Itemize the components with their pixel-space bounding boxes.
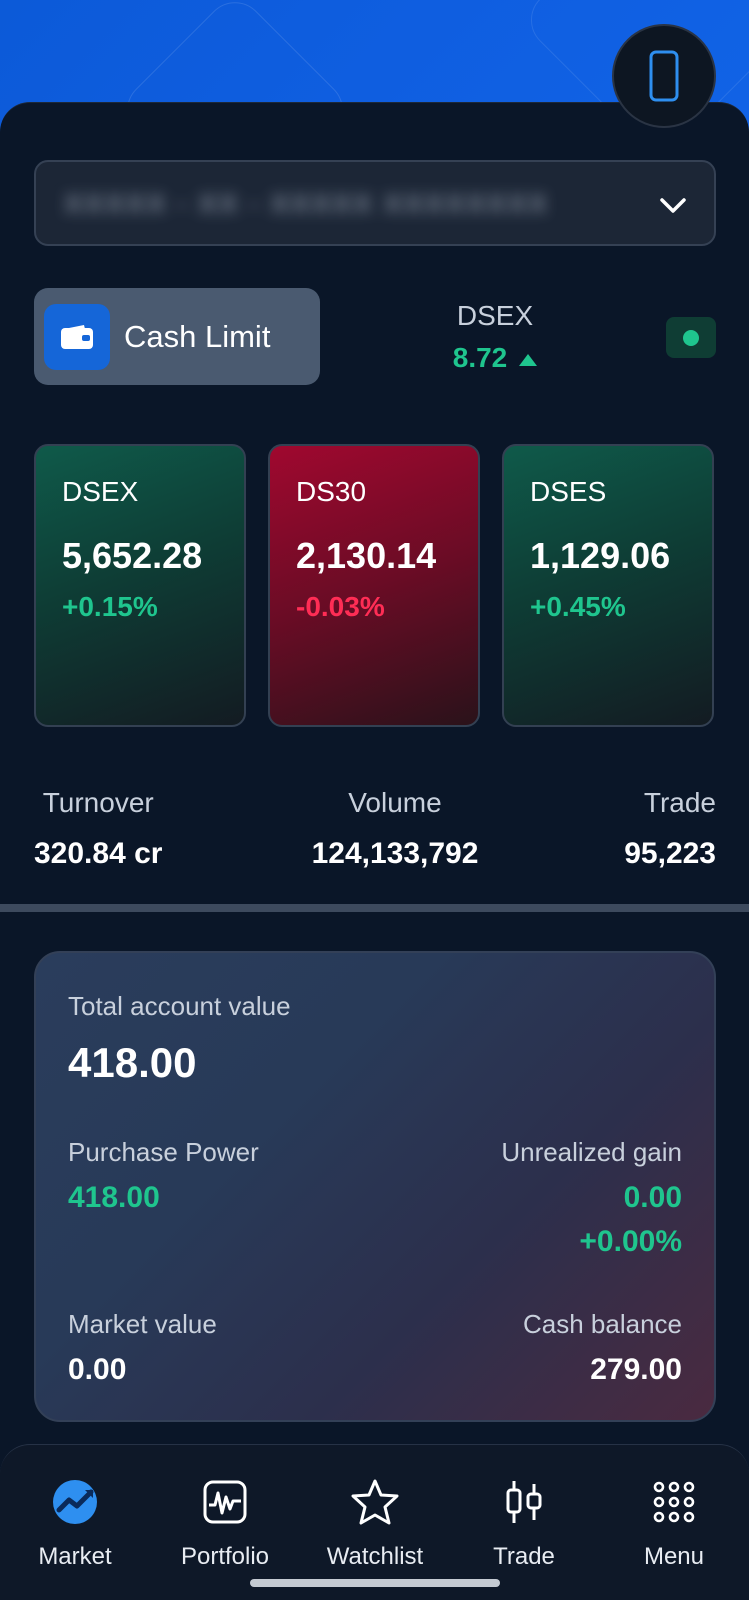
volume-label: Volume <box>348 787 442 818</box>
nav-menu[interactable]: Menu <box>604 1475 744 1571</box>
index-card-ds30[interactable]: DS30 2,130.14 -0.03% <box>268 444 480 727</box>
unrealized-gain-label: Unrealized gain <box>501 1137 682 1167</box>
wallet-icon <box>44 303 110 370</box>
index-change: +0.15% <box>62 591 158 622</box>
nav-watchlist[interactable]: Watchlist <box>305 1475 445 1571</box>
index-name: DS30 <box>296 476 367 507</box>
index-card-dsex[interactable]: DSEX 5,652.28 +0.15% <box>34 444 246 727</box>
index-value: 1,129.06 <box>530 535 671 576</box>
cash-balance-label: Cash balance <box>523 1309 682 1339</box>
cash-limit-label: Cash Limit <box>124 318 271 354</box>
market-value-label: Market value <box>68 1309 217 1339</box>
purchase-power-label: Purchase Power <box>68 1137 259 1167</box>
nav-label: Portfolio <box>180 1543 270 1570</box>
nav-market[interactable]: Market <box>5 1475 145 1571</box>
status-dot-icon <box>683 329 699 346</box>
arrow-up-icon <box>519 353 538 366</box>
index-value: 2,130.14 <box>296 535 437 576</box>
volume-stat: Volume 124,133,792 <box>295 787 495 871</box>
index-name: DSEX <box>62 476 139 507</box>
device-button[interactable] <box>612 24 716 128</box>
dsex-ticker: DSEX 8.72 <box>420 300 570 374</box>
section-divider <box>0 904 749 912</box>
volume-value: 124,133,792 <box>311 837 479 870</box>
index-card-dses[interactable]: DSES 1,129.06 +0.45% <box>502 444 714 727</box>
unrealized-gain-value: 0.00 <box>623 1181 682 1214</box>
purchase-power-value: 418.00 <box>68 1181 160 1214</box>
nav-label: Market <box>38 1543 112 1570</box>
candlestick-icon <box>506 1481 542 1523</box>
account-selector[interactable]: XXXXX - XX - XXXXX XXXXXXXX <box>34 160 716 246</box>
turnover-value: 320.84 cr <box>34 837 163 870</box>
nav-label: Trade <box>493 1543 555 1570</box>
home-indicator[interactable] <box>250 1579 500 1587</box>
cash-balance-value: 279.00 <box>590 1353 682 1386</box>
bottom-navigation: Market Portfolio Watchlist Trade Menu <box>0 1444 749 1600</box>
dsex-ticker-change: 8.72 <box>452 342 508 373</box>
nav-label: Menu <box>643 1543 705 1570</box>
market-status-indicator <box>666 317 716 358</box>
total-account-value: 418.00 <box>68 1039 197 1086</box>
nav-trade[interactable]: Trade <box>454 1475 594 1571</box>
index-name: DSES <box>530 476 607 507</box>
trade-stat: Trade 95,223 <box>624 787 716 871</box>
turnover-label: Turnover <box>42 787 154 818</box>
unrealized-gain-percent: +0.00% <box>579 1225 682 1258</box>
star-icon <box>351 1479 399 1525</box>
trade-label: Trade <box>643 787 716 818</box>
index-change: -0.03% <box>296 591 385 622</box>
portfolio-icon <box>203 1480 247 1524</box>
index-value: 5,652.28 <box>62 535 203 576</box>
account-label: XXXXX - XX - XXXXX XXXXXXXX <box>64 188 550 219</box>
nav-label: Watchlist <box>326 1543 424 1570</box>
dsex-ticker-name: DSEX <box>456 300 534 331</box>
market-value: 0.00 <box>68 1353 127 1386</box>
grid-menu-icon <box>653 1481 695 1523</box>
chevron-down-icon <box>660 198 686 213</box>
cash-limit-button[interactable]: Cash Limit <box>34 288 320 385</box>
account-summary-card[interactable]: Total account value 418.00 Purchase Powe… <box>34 951 716 1422</box>
phone-icon <box>649 50 679 102</box>
total-account-value-label: Total account value <box>68 991 291 1021</box>
index-change: +0.45% <box>530 591 626 622</box>
turnover-stat: Turnover 320.84 cr <box>34 787 162 871</box>
trade-value: 95,223 <box>624 837 716 870</box>
nav-portfolio[interactable]: Portfolio <box>155 1475 295 1571</box>
market-icon <box>53 1480 97 1524</box>
